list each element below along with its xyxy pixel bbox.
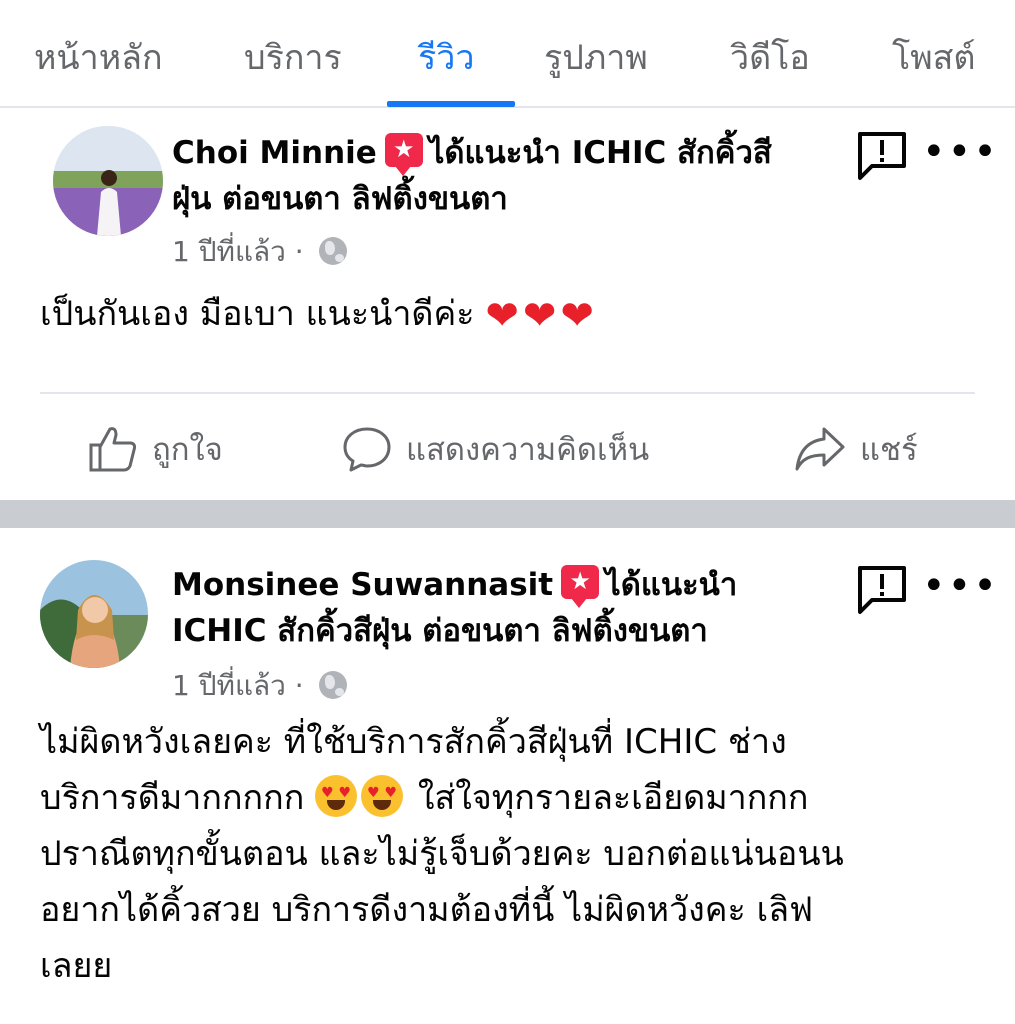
- tab-videos[interactable]: วิดีโอ: [730, 30, 810, 84]
- tab-reviews[interactable]: รีวิว: [418, 30, 474, 84]
- avatar[interactable]: [40, 560, 148, 668]
- heart-eyes-emoji-icon: ♥ ♥: [315, 775, 358, 817]
- post-text-line: เลยย: [40, 946, 113, 986]
- recommend-text: ได้แนะนำ: [605, 567, 738, 603]
- post-text: เป็นกันเอง มือเบา แนะนำดีค่ะ ❤❤❤: [40, 286, 598, 344]
- like-label: ถูกใจ: [152, 432, 223, 468]
- recommend-text: ได้แนะนำ ICHIC สักคิ้วสี: [428, 135, 772, 171]
- post-text-content: เป็นกันเอง มือเบา แนะนำดีค่ะ: [40, 294, 475, 334]
- author-name[interactable]: Choi Minnie: [172, 135, 377, 171]
- post-author-line: Monsinee Suwannasit ★ ได้แนะนำ ICHIC สักคิ…: [172, 562, 792, 654]
- active-tab-indicator: [387, 101, 515, 107]
- recommend-text-cont: ICHIC สักคิ้วสีฝุ่น ต่อขนตา ลิฟติ้งขนตา: [172, 613, 708, 649]
- post-text-line: ไม่ผิดหวังเลยคะ ที่ใช้บริการสักคิ้วสีฝุ่…: [40, 722, 787, 762]
- post-author-line: Choi Minnie ★ ได้แนะนำ ICHIC สักคิ้วสี ฝุ่…: [172, 130, 822, 222]
- comment-icon: [343, 427, 391, 472]
- page-tabs: หน้าหลัก บริการ รีวิว รูปภาพ วิดีโอ โพสต…: [0, 0, 1015, 108]
- more-options-icon[interactable]: •••: [922, 132, 999, 172]
- meta-separator: ·: [294, 669, 304, 702]
- post-time[interactable]: 1 ปีที่แล้ว: [172, 669, 286, 702]
- share-icon: [795, 427, 845, 471]
- recommend-text-cont: ฝุ่น ต่อขนตา ลิฟติ้งขนตา: [172, 181, 508, 217]
- post-separator: [0, 500, 1015, 528]
- tab-home[interactable]: หน้าหลัก: [34, 30, 163, 84]
- divider: [40, 392, 975, 394]
- tab-photos[interactable]: รูปภาพ: [544, 30, 648, 84]
- avatar[interactable]: [53, 126, 163, 236]
- post-text-line: ปราณีตทุกขั้นตอน และไม่รู้เจ็บด้วยคะ บอก…: [40, 834, 844, 874]
- tab-posts[interactable]: โพสต์: [892, 30, 976, 84]
- author-name[interactable]: Monsinee Suwannasit: [172, 567, 553, 603]
- post-text-line-with-emoji: บริการดีมากกกกก ♥ ♥ ♥ ♥ ใส่ใจทุกรายละเอียดม…: [40, 770, 980, 826]
- post-time[interactable]: 1 ปีที่แล้ว: [172, 235, 286, 268]
- share-button[interactable]: แชร์: [794, 424, 918, 474]
- post-text-line: อยากได้คิ้วสวย บริการดีงามต้องที่นี้ ไม่…: [40, 890, 814, 930]
- heart-eyes-emoji-icon: ♥ ♥: [361, 775, 404, 817]
- like-button[interactable]: ถูกใจ: [88, 424, 223, 474]
- more-options-icon[interactable]: •••: [922, 566, 999, 606]
- globe-icon: [318, 671, 347, 699]
- thumbs-up-icon: [89, 427, 137, 472]
- tab-services[interactable]: บริการ: [244, 30, 342, 84]
- comment-button[interactable]: แสดงความคิดเห็น: [342, 424, 649, 474]
- comment-label: แสดงความคิดเห็น: [406, 432, 650, 468]
- meta-separator: ·: [294, 235, 304, 268]
- post-meta: 1 ปีที่แล้ว ·: [172, 664, 347, 708]
- heart-emojis: ❤❤❤: [485, 293, 598, 339]
- globe-icon: [318, 237, 347, 265]
- report-icon[interactable]: [856, 564, 908, 616]
- recommend-icon: ★: [561, 565, 600, 608]
- post-text-segment: ใส่ใจทุกรายละเอียดมากกก: [417, 778, 809, 818]
- post-text: ไม่ผิดหวังเลยคะ ที่ใช้บริการสักคิ้วสีฝุ่…: [40, 714, 980, 994]
- post-text-segment: บริการดีมากกกกก: [40, 778, 305, 818]
- share-label: แชร์: [860, 432, 918, 468]
- report-icon[interactable]: [856, 130, 908, 182]
- recommend-icon: ★: [384, 133, 423, 176]
- post-meta: 1 ปีที่แล้ว ·: [172, 230, 347, 274]
